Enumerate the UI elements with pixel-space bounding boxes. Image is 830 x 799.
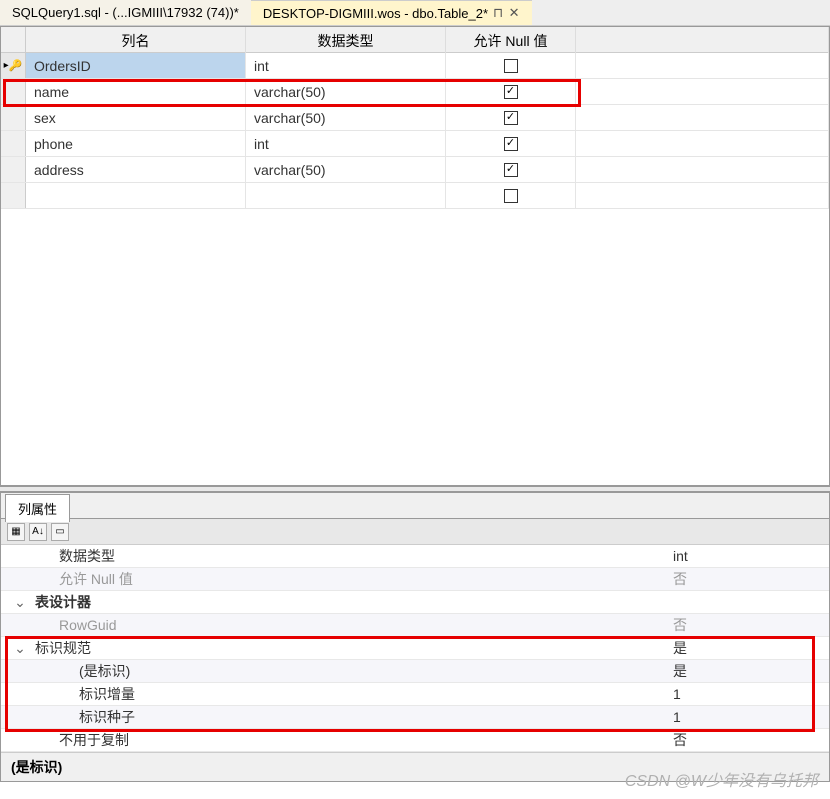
tab-label: DESKTOP-DIGMIII.wos - dbo.Table_2* (263, 6, 488, 21)
cell-name[interactable]: OrdersID (26, 53, 246, 78)
header-datatype: 数据类型 (246, 27, 446, 55)
prop-datatype[interactable]: 数据类型 int (1, 545, 829, 568)
cell-null[interactable] (446, 53, 576, 78)
prop-not-for-replication[interactable]: 不用于复制 否 (1, 729, 829, 752)
tab-column-properties[interactable]: 列属性 (5, 494, 70, 522)
table-designer-grid: 列名 数据类型 允许 Null 值 ▸🔑OrdersIDintnamevarch… (0, 26, 830, 486)
header-extra (576, 27, 829, 55)
table-row[interactable]: ▸🔑OrdersIDint (1, 53, 829, 79)
checkbox-null[interactable] (504, 189, 518, 203)
close-icon[interactable]: ✕ (508, 7, 520, 19)
prop-allownull[interactable]: 允许 Null 值 否 (1, 568, 829, 591)
cell-name[interactable]: sex (26, 105, 246, 130)
cell-name[interactable]: name (26, 79, 246, 104)
column-properties-panel: 列属性 ▦ A↓ ▭ 数据类型 int 允许 Null 值 否 ⌄ 表设计器 R… (0, 492, 830, 782)
primary-key-icon: 🔑 (9, 59, 23, 72)
table-row[interactable]: phoneint (1, 131, 829, 157)
cell-type[interactable]: varchar(50) (246, 79, 446, 104)
cell-null[interactable] (446, 105, 576, 130)
row-selector-header (1, 27, 26, 55)
chevron-down-icon[interactable]: ⌄ (1, 640, 31, 657)
prop-designer[interactable]: ⌄ 表设计器 (1, 591, 829, 614)
prop-identity-seed[interactable]: 标识种子 1 (1, 706, 829, 729)
categorize-icon[interactable]: ▦ (7, 523, 25, 541)
cell-name[interactable]: address (26, 157, 246, 182)
property-description: (是标识) (1, 752, 829, 781)
checkbox-null[interactable] (504, 59, 518, 73)
cell-type[interactable]: varchar(50) (246, 105, 446, 130)
checkbox-null[interactable] (504, 163, 518, 177)
table-row[interactable]: addressvarchar(50) (1, 157, 829, 183)
cell-type[interactable]: varchar(50) (246, 157, 446, 182)
checkbox-null[interactable] (504, 111, 518, 125)
row-selector[interactable] (1, 183, 26, 208)
table-row[interactable]: namevarchar(50) (1, 79, 829, 105)
alphabetize-icon[interactable]: A↓ (29, 523, 47, 541)
tab-label: SQLQuery1.sql - (...IGMIII\17932 (74))* (12, 5, 239, 20)
header-allownull: 允许 Null 值 (446, 27, 576, 55)
table-row[interactable]: sexvarchar(50) (1, 105, 829, 131)
checkbox-null[interactable] (504, 85, 518, 99)
cell-null[interactable] (446, 79, 576, 104)
cell-null[interactable] (446, 131, 576, 156)
row-selector[interactable]: ▸🔑 (1, 53, 26, 78)
prop-identity-spec[interactable]: ⌄ 标识规范 是 (1, 637, 829, 660)
cell-null[interactable] (446, 183, 576, 208)
row-selector[interactable] (1, 157, 26, 182)
tab-table-designer[interactable]: DESKTOP-DIGMIII.wos - dbo.Table_2* ⊓ ✕ (251, 0, 532, 25)
prop-is-identity[interactable]: (是标识) 是 (1, 660, 829, 683)
property-pages-icon[interactable]: ▭ (51, 523, 69, 541)
table-row-empty[interactable] (1, 183, 829, 209)
tab-sqlquery[interactable]: SQLQuery1.sql - (...IGMIII\17932 (74))* (0, 0, 251, 25)
chevron-down-icon[interactable]: ⌄ (1, 594, 31, 611)
row-selector[interactable] (1, 131, 26, 156)
checkbox-null[interactable] (504, 137, 518, 151)
header-colname: 列名 (26, 27, 246, 55)
prop-rowguid[interactable]: RowGuid 否 (1, 614, 829, 637)
row-selector[interactable] (1, 79, 26, 104)
prop-identity-increment[interactable]: 标识增量 1 (1, 683, 829, 706)
properties-grid: 数据类型 int 允许 Null 值 否 ⌄ 表设计器 RowGuid 否 ⌄ … (1, 545, 829, 752)
cell-type[interactable]: int (246, 131, 446, 156)
cell-type[interactable] (246, 183, 446, 208)
cell-null[interactable] (446, 157, 576, 182)
pin-icon[interactable]: ⊓ (492, 7, 504, 19)
cell-type[interactable]: int (246, 53, 446, 78)
row-selector[interactable] (1, 105, 26, 130)
properties-toolbar: ▦ A↓ ▭ (1, 519, 829, 545)
cell-name[interactable] (26, 183, 246, 208)
cell-name[interactable]: phone (26, 131, 246, 156)
